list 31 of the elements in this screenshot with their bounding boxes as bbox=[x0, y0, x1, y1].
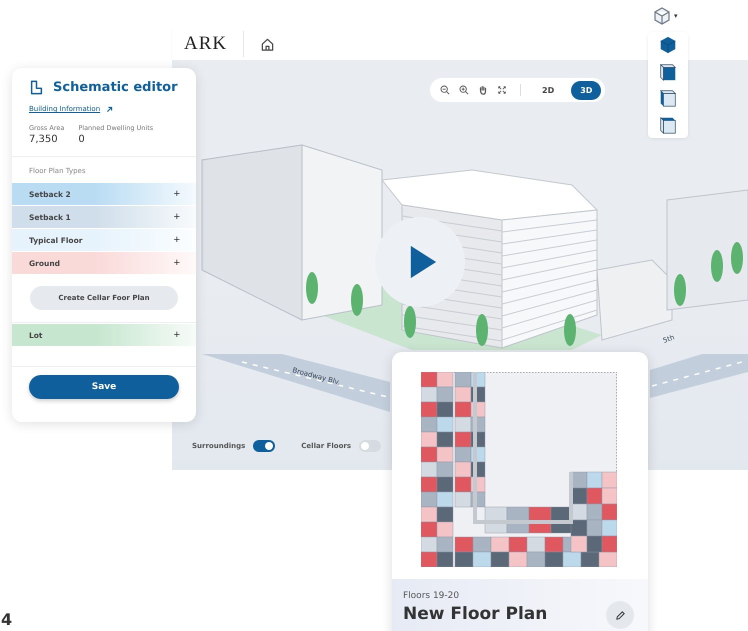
view-mode-tab[interactable]: 2D bbox=[534, 80, 562, 100]
fit-icon[interactable] bbox=[497, 85, 507, 95]
pencil-icon bbox=[614, 610, 626, 620]
add-button[interactable]: + bbox=[174, 258, 180, 268]
edit-button[interactable] bbox=[606, 601, 634, 629]
cube-icon[interactable] bbox=[658, 35, 678, 56]
stat-value: 0 bbox=[78, 134, 86, 145]
cube-icon[interactable] bbox=[652, 6, 672, 26]
cube-icon[interactable] bbox=[658, 88, 678, 108]
zoom-out-icon[interactable] bbox=[440, 85, 450, 95]
home-icon[interactable] bbox=[260, 36, 276, 52]
add-button[interactable]: + bbox=[174, 330, 180, 340]
floors-label: Floors 19-20 bbox=[403, 591, 460, 601]
toggle-switch[interactable] bbox=[253, 440, 276, 452]
floor-plan-icon bbox=[30, 80, 43, 95]
toggle-switch[interactable] bbox=[359, 440, 381, 452]
cube-icon[interactable] bbox=[658, 62, 678, 82]
cube-icon[interactable] bbox=[658, 114, 678, 135]
hand-icon[interactable] bbox=[478, 85, 488, 95]
page-number: 4 bbox=[1, 610, 12, 629]
stat-value: 7,350 bbox=[29, 134, 59, 145]
logo[interactable]: ARK bbox=[184, 33, 228, 55]
save-button[interactable]: Save bbox=[29, 375, 179, 399]
add-button[interactable]: + bbox=[174, 234, 180, 246]
floor-plan-name: New Floor Plan bbox=[403, 604, 548, 624]
panel-title: Schematic editor bbox=[53, 80, 178, 95]
add-button[interactable]: + bbox=[174, 188, 180, 200]
add-button[interactable]: + bbox=[174, 212, 180, 222]
external-link-icon[interactable] bbox=[106, 106, 114, 112]
view-mode-tab[interactable]: 3D bbox=[571, 80, 602, 100]
zoom-in-icon[interactable] bbox=[459, 85, 469, 95]
